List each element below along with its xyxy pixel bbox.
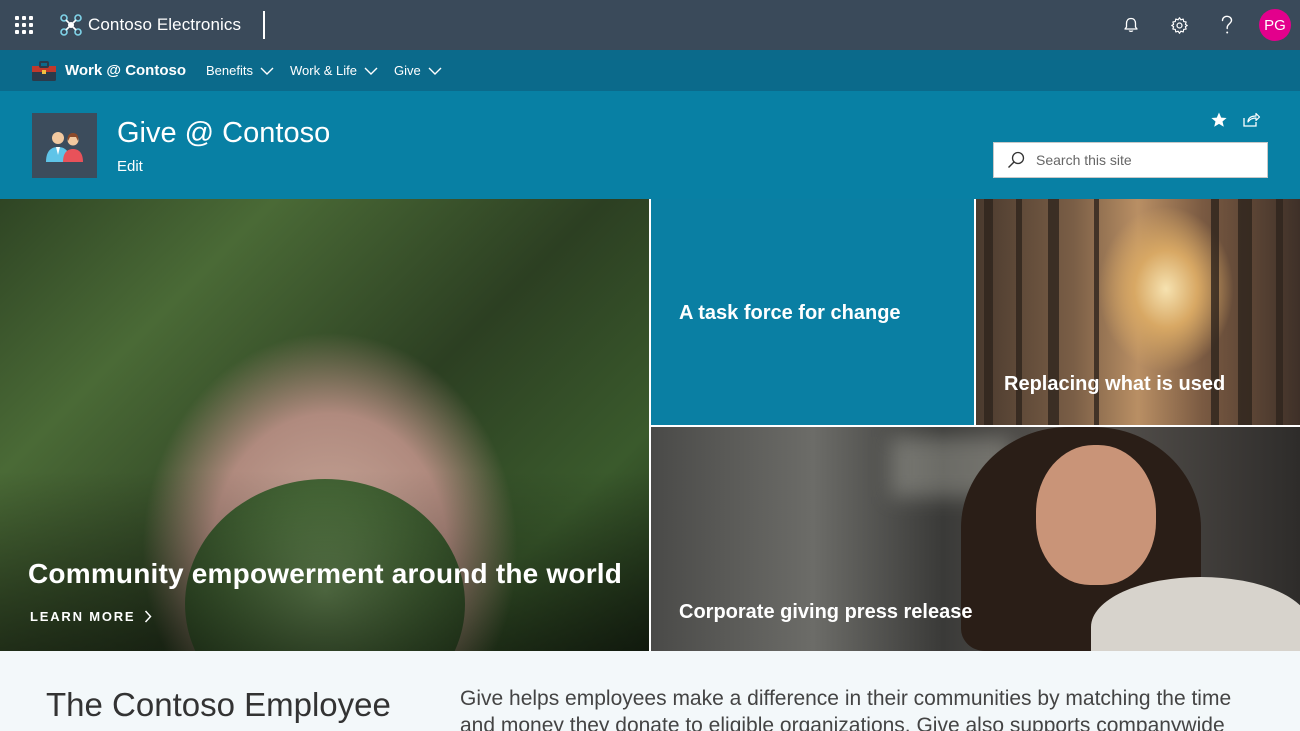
site-title: Give @ Contoso [117,117,331,149]
site-header: Give @ Contoso Edit [0,91,1300,199]
brand[interactable]: Contoso Electronics [48,11,266,39]
chevron-down-icon [364,67,378,75]
chevron-down-icon [428,67,442,75]
edit-link[interactable]: Edit [117,158,143,175]
search-box[interactable] [993,142,1268,178]
question-icon [1221,15,1233,34]
avatar-initials: PG [1264,16,1286,34]
bell-icon [1124,17,1138,32]
forest-image-detail [1238,199,1252,425]
hub-navigation: Work @ Contoso Benefits Work & Life Give [0,50,1300,91]
avatar[interactable]: PG [1259,9,1291,41]
content-body: Give helps employees make a difference i… [460,687,1232,731]
nav-item-benefits[interactable]: Benefits [206,63,274,78]
hero-tile-title[interactable]: Replacing what is used [1004,373,1225,396]
chevron-right-icon [145,610,152,623]
waffle-icon [15,16,33,34]
hub-title[interactable]: Work @ Contoso [65,62,186,79]
hero-tile-title[interactable]: A task force for change [679,302,901,325]
suite-bar: Contoso Electronics PG [0,0,1300,50]
hero-tile-title[interactable]: Corporate giving press release [679,601,972,624]
help-button[interactable] [1203,0,1251,50]
nav-item-label: Work & Life [290,63,357,78]
forest-image-detail [984,199,993,425]
suite-actions: PG [1107,0,1300,50]
briefcase-logo-icon [32,60,56,81]
gear-icon [1170,16,1188,34]
nav-item-work-life[interactable]: Work & Life [290,63,378,78]
notifications-button[interactable] [1107,0,1155,50]
people-logo-icon [45,131,83,162]
nav-item-label: Give [393,63,421,78]
learn-more-link[interactable]: LEARN MORE [30,609,152,624]
search-input[interactable] [1036,152,1256,168]
site-logo[interactable] [32,113,97,178]
settings-button[interactable] [1155,0,1203,50]
share-icon[interactable] [1241,110,1261,130]
star-icon[interactable] [1209,110,1229,130]
chevron-down-icon [260,67,274,75]
network-logo-icon [60,14,82,36]
brand-name: Contoso Electronics [88,15,242,34]
forest-image-detail [1276,199,1283,425]
learn-more-label: LEARN MORE [30,609,136,624]
hero-main-title[interactable]: Community empowerment around the world [28,558,622,590]
press-image-detail [1036,445,1156,585]
app-launcher-button[interactable] [0,0,48,50]
nav-item-label: Benefits [206,63,253,78]
content-heading: The Contoso Employee [46,686,391,723]
search-icon [1008,151,1025,168]
nav-item-give[interactable]: Give [394,63,442,78]
